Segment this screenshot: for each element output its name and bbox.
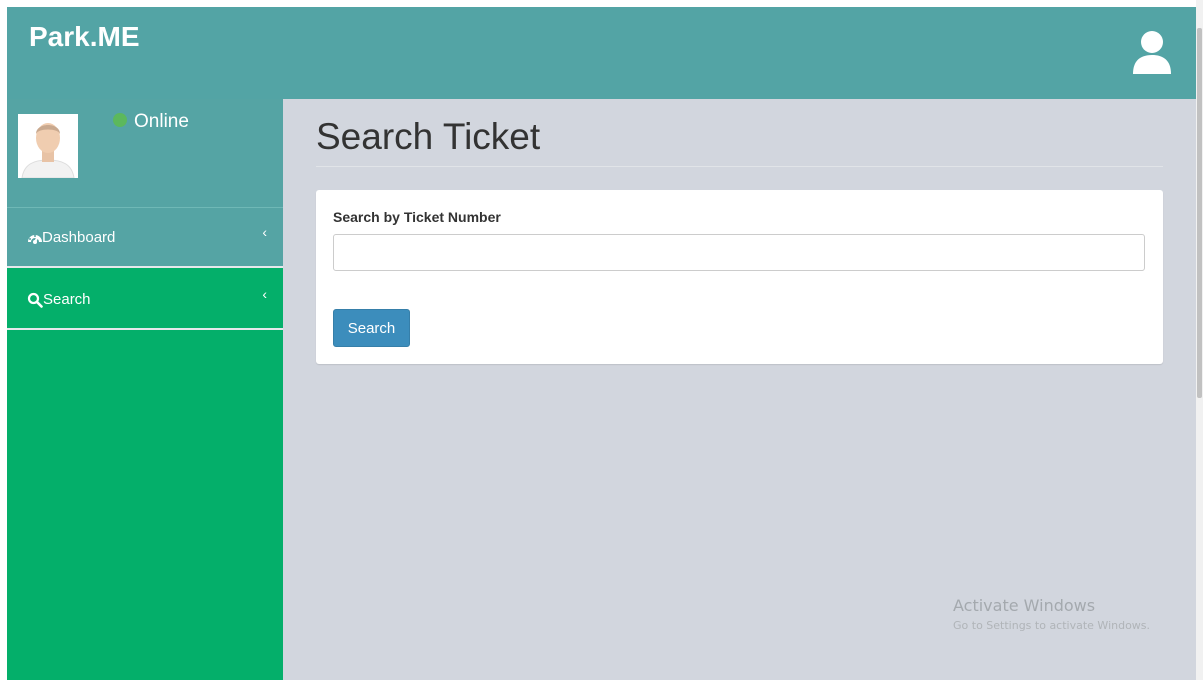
dashboard-icon	[27, 230, 43, 246]
avatar	[18, 114, 78, 179]
chevron-left-icon: ‹	[262, 286, 267, 302]
ticket-number-input[interactable]	[333, 234, 1145, 271]
sidebar-item-search[interactable]: Search ‹	[7, 270, 283, 330]
title-divider	[316, 166, 1163, 167]
ticket-number-label: Search by Ticket Number	[333, 209, 501, 225]
sidebar-item-label: Dashboard	[42, 229, 116, 246]
search-button[interactable]: Search	[333, 309, 410, 347]
sidebar: Online Dashboard ‹ Search ‹	[7, 99, 283, 680]
chevron-left-icon: ‹	[262, 224, 267, 240]
page-title: Search Ticket	[316, 116, 541, 157]
watermark-subtitle: Go to Settings to activate Windows.	[953, 619, 1151, 632]
page-scrollbar[interactable]	[1196, 0, 1203, 680]
sidebar-item-dashboard[interactable]: Dashboard ‹	[7, 208, 283, 268]
online-dot-icon	[113, 113, 127, 128]
app-frame: Park.ME Online Dashboard ‹ Search ‹ Sear…	[7, 7, 1196, 680]
online-status: Online	[113, 111, 189, 133]
watermark-title: Activate Windows	[953, 596, 1096, 615]
status-text: Online	[134, 111, 189, 132]
search-form-box: Search by Ticket Number Search	[316, 190, 1163, 364]
brand-logo[interactable]: Park.ME	[29, 21, 140, 53]
top-navbar: Park.ME	[7, 7, 1196, 99]
activate-windows-watermark: Activate Windows Go to Settings to activ…	[953, 596, 1150, 632]
sidebar-item-label: Search	[43, 291, 91, 308]
scrollbar-thumb[interactable]	[1197, 28, 1202, 398]
user-icon[interactable]	[1132, 30, 1172, 74]
search-icon	[27, 292, 43, 308]
user-panel: Online	[7, 99, 283, 208]
main-content: Search Ticket Search by Ticket Number Se…	[283, 99, 1196, 680]
